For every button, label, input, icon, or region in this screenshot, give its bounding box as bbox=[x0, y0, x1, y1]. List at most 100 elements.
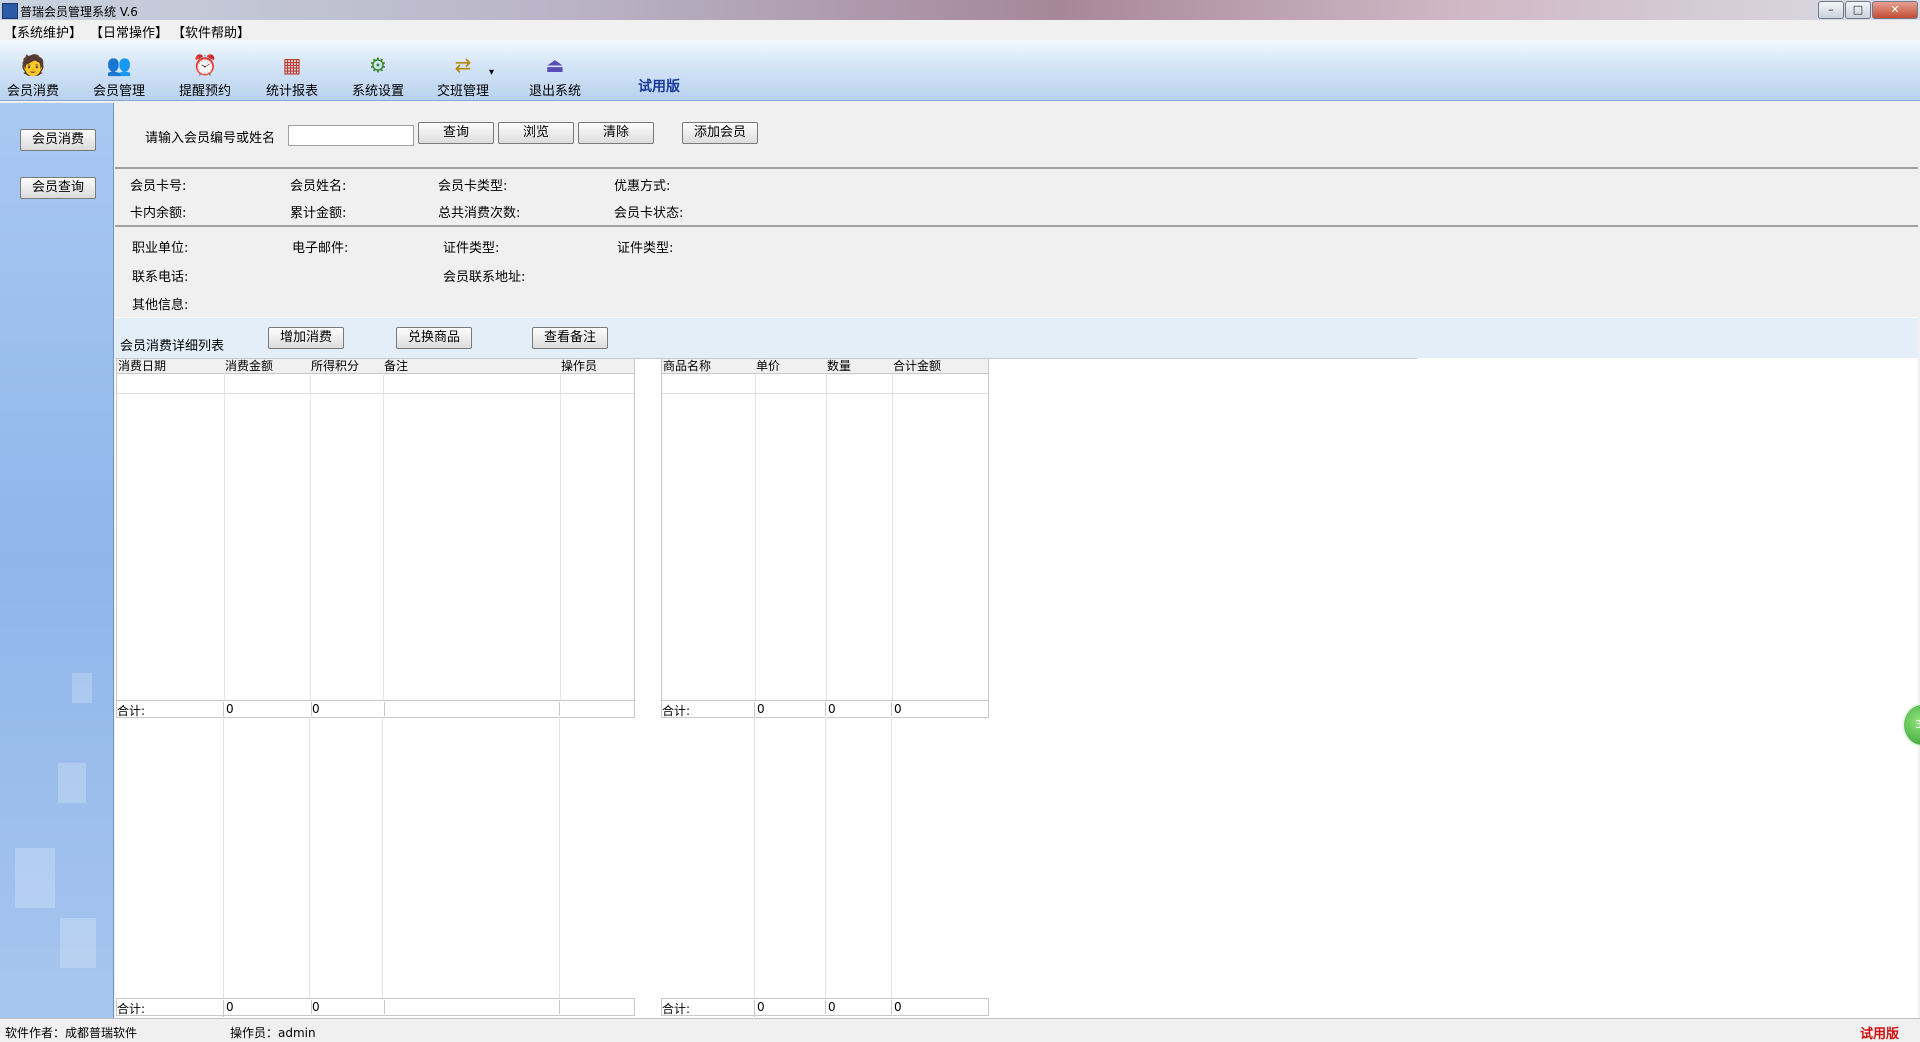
sidebar-member-consume-button[interactable]: 会员消费 bbox=[20, 129, 96, 151]
sidebar-decoration bbox=[72, 673, 92, 703]
total-points: 0 bbox=[310, 1000, 385, 1014]
total-amount: 0 bbox=[224, 1000, 312, 1014]
grid-col-line bbox=[383, 375, 384, 700]
toolbar-member-consume[interactable]: 🧑 会员消费 bbox=[0, 50, 73, 99]
minimize-button[interactable]: – bbox=[1818, 1, 1844, 19]
menu-daily-operations[interactable]: 【日常操作】 bbox=[90, 22, 168, 41]
total-sum: 0 bbox=[894, 702, 902, 716]
status-operator: 操作员：admin bbox=[230, 1026, 316, 1040]
grid-col-line bbox=[560, 375, 561, 700]
detail-toolbar bbox=[115, 318, 1918, 358]
col-header-points[interactable]: 所得积分 bbox=[310, 359, 384, 374]
trial-badge: 试用版 bbox=[638, 79, 680, 95]
card-balance-label: 卡内余额: bbox=[130, 206, 187, 221]
total-quantity: 0 bbox=[826, 1000, 892, 1014]
id-type-label: 证件类型: bbox=[443, 241, 500, 256]
grid-total-row: 合计: 0 0 bbox=[117, 700, 634, 719]
status-author: 软件作者：成都普瑞软件 bbox=[5, 1026, 138, 1040]
grid-col-line bbox=[754, 717, 755, 998]
consume-detail-grid[interactable]: 消费日期 消费金额 所得积分 备注 操作员 合计: 0 0 bbox=[116, 358, 635, 719]
col-header-amount[interactable]: 消费金额 bbox=[224, 359, 311, 374]
col-header-goods-name[interactable]: 商品名称 bbox=[662, 359, 756, 374]
work-unit-label: 职业单位: bbox=[132, 241, 189, 256]
toolbar-exit[interactable]: ⏏ 退出系统 bbox=[515, 50, 595, 99]
total-operator bbox=[560, 702, 633, 716]
window-title: 普瑞会员管理系统 V.6 bbox=[20, 5, 138, 19]
settings-icon: ⚙ bbox=[369, 53, 387, 77]
grid-col-line bbox=[755, 375, 756, 700]
grid-col-line bbox=[310, 375, 311, 700]
grid-col-line bbox=[559, 717, 560, 998]
search-prompt: 请输入会员编号或姓名 bbox=[145, 131, 276, 146]
total-notes bbox=[383, 702, 560, 716]
close-button[interactable]: ✕ bbox=[1872, 1, 1918, 19]
shift-dropdown-icon[interactable]: ▾ bbox=[489, 67, 494, 78]
goods-detail-grid[interactable]: 商品名称 单价 数量 合计金额 合计: 0 0 0 bbox=[661, 358, 989, 719]
phone-label: 联系电话: bbox=[132, 270, 189, 285]
sidebar-member-query-button[interactable]: 会员查询 bbox=[20, 177, 96, 199]
consume-count-label: 总共消费次数: bbox=[438, 206, 521, 221]
grid-total-row: 合计: 0 0 0 bbox=[661, 998, 989, 1017]
grid-total-row: 合计: 0 0 0 bbox=[662, 700, 988, 719]
accumulated-amount-label: 累计金额: bbox=[290, 206, 347, 221]
reminder-icon: ⏰ bbox=[192, 53, 218, 77]
maximize-button[interactable]: □ bbox=[1845, 1, 1871, 19]
status-bar: 软件作者：成都普瑞软件 操作员：admin 试用版 bbox=[0, 1018, 1920, 1042]
query-button[interactable]: 查询 bbox=[418, 122, 494, 144]
total-label: 合计: bbox=[117, 1000, 224, 1017]
member-contact-info-panel bbox=[115, 227, 1918, 317]
col-header-quantity[interactable]: 数量 bbox=[826, 359, 893, 374]
card-number-label: 会员卡号: bbox=[130, 179, 187, 194]
grid-col-line bbox=[309, 717, 310, 998]
total-notes bbox=[383, 1000, 560, 1014]
col-header-unit-price[interactable]: 单价 bbox=[755, 359, 827, 374]
goods-detail-grid-lower[interactable]: 合计: 0 0 0 bbox=[661, 717, 989, 1017]
menu-bar: 【系统维护】 【日常操作】 【软件帮助】 bbox=[0, 20, 1920, 41]
member-manage-icon: 👥 bbox=[106, 53, 132, 77]
consume-detail-grid-lower[interactable]: 合计: 0 0 bbox=[116, 717, 635, 1017]
detail-list-title: 会员消费详细列表 bbox=[120, 339, 225, 354]
add-consume-button[interactable]: 增加消费 bbox=[268, 327, 344, 349]
sidebar-decoration bbox=[58, 763, 86, 803]
col-header-date[interactable]: 消费日期 bbox=[117, 359, 225, 374]
toolbar: 🧑 会员消费 👥 会员管理 ⏰ 提醒预约 ▦ 统计报表 ⚙ 系统设置 ⇄ 交班管… bbox=[0, 40, 1920, 101]
total-label: 合计: bbox=[662, 1000, 755, 1017]
sidebar-decoration bbox=[60, 918, 96, 968]
toolbar-member-manage[interactable]: 👥 会员管理 bbox=[79, 50, 159, 99]
card-status-label: 会员卡状态: bbox=[614, 206, 684, 221]
col-header-operator[interactable]: 操作员 bbox=[560, 359, 635, 374]
total-points: 0 bbox=[310, 702, 385, 716]
member-consume-icon: 🧑 bbox=[20, 53, 46, 77]
discount-method-label: 优惠方式: bbox=[614, 179, 671, 194]
shift-icon: ⇄ bbox=[454, 53, 472, 77]
id-type-label-2: 证件类型: bbox=[617, 241, 674, 256]
total-operator bbox=[560, 1000, 633, 1014]
redeem-goods-button[interactable]: 兑换商品 bbox=[396, 327, 472, 349]
other-info-label: 其他信息: bbox=[132, 298, 189, 313]
grid-row-line bbox=[662, 393, 988, 394]
total-unit-price: 0 bbox=[755, 1000, 826, 1014]
total-sum: 0 bbox=[894, 1000, 902, 1014]
menu-software-help[interactable]: 【软件帮助】 bbox=[172, 22, 250, 41]
total-quantity: 0 bbox=[826, 702, 892, 716]
grid-col-line bbox=[825, 717, 826, 998]
grid-col-line bbox=[223, 717, 224, 998]
grid-col-line bbox=[892, 375, 893, 700]
exit-icon: ⏏ bbox=[545, 53, 565, 77]
search-input[interactable] bbox=[288, 125, 414, 146]
grid-col-line bbox=[382, 717, 383, 998]
toolbar-report[interactable]: ▦ 统计报表 bbox=[252, 50, 332, 99]
col-header-notes[interactable]: 备注 bbox=[383, 359, 561, 374]
toolbar-settings[interactable]: ⚙ 系统设置 bbox=[338, 50, 418, 99]
member-card-info-panel bbox=[115, 169, 1918, 227]
report-icon: ▦ bbox=[282, 53, 302, 77]
browse-button[interactable]: 浏览 bbox=[498, 122, 574, 144]
col-header-total-amount[interactable]: 合计金额 bbox=[892, 359, 989, 374]
menu-system-maintenance[interactable]: 【系统维护】 bbox=[4, 22, 82, 41]
clear-button[interactable]: 清除 bbox=[578, 122, 654, 144]
add-member-button[interactable]: 添加会员 bbox=[682, 122, 758, 144]
view-notes-button[interactable]: 查看备注 bbox=[532, 327, 608, 349]
title-bar: 普瑞会员管理系统 V.6 – □ ✕ bbox=[0, 0, 1920, 20]
app-icon bbox=[2, 3, 18, 19]
toolbar-reminder[interactable]: ⏰ 提醒预约 bbox=[165, 50, 245, 99]
